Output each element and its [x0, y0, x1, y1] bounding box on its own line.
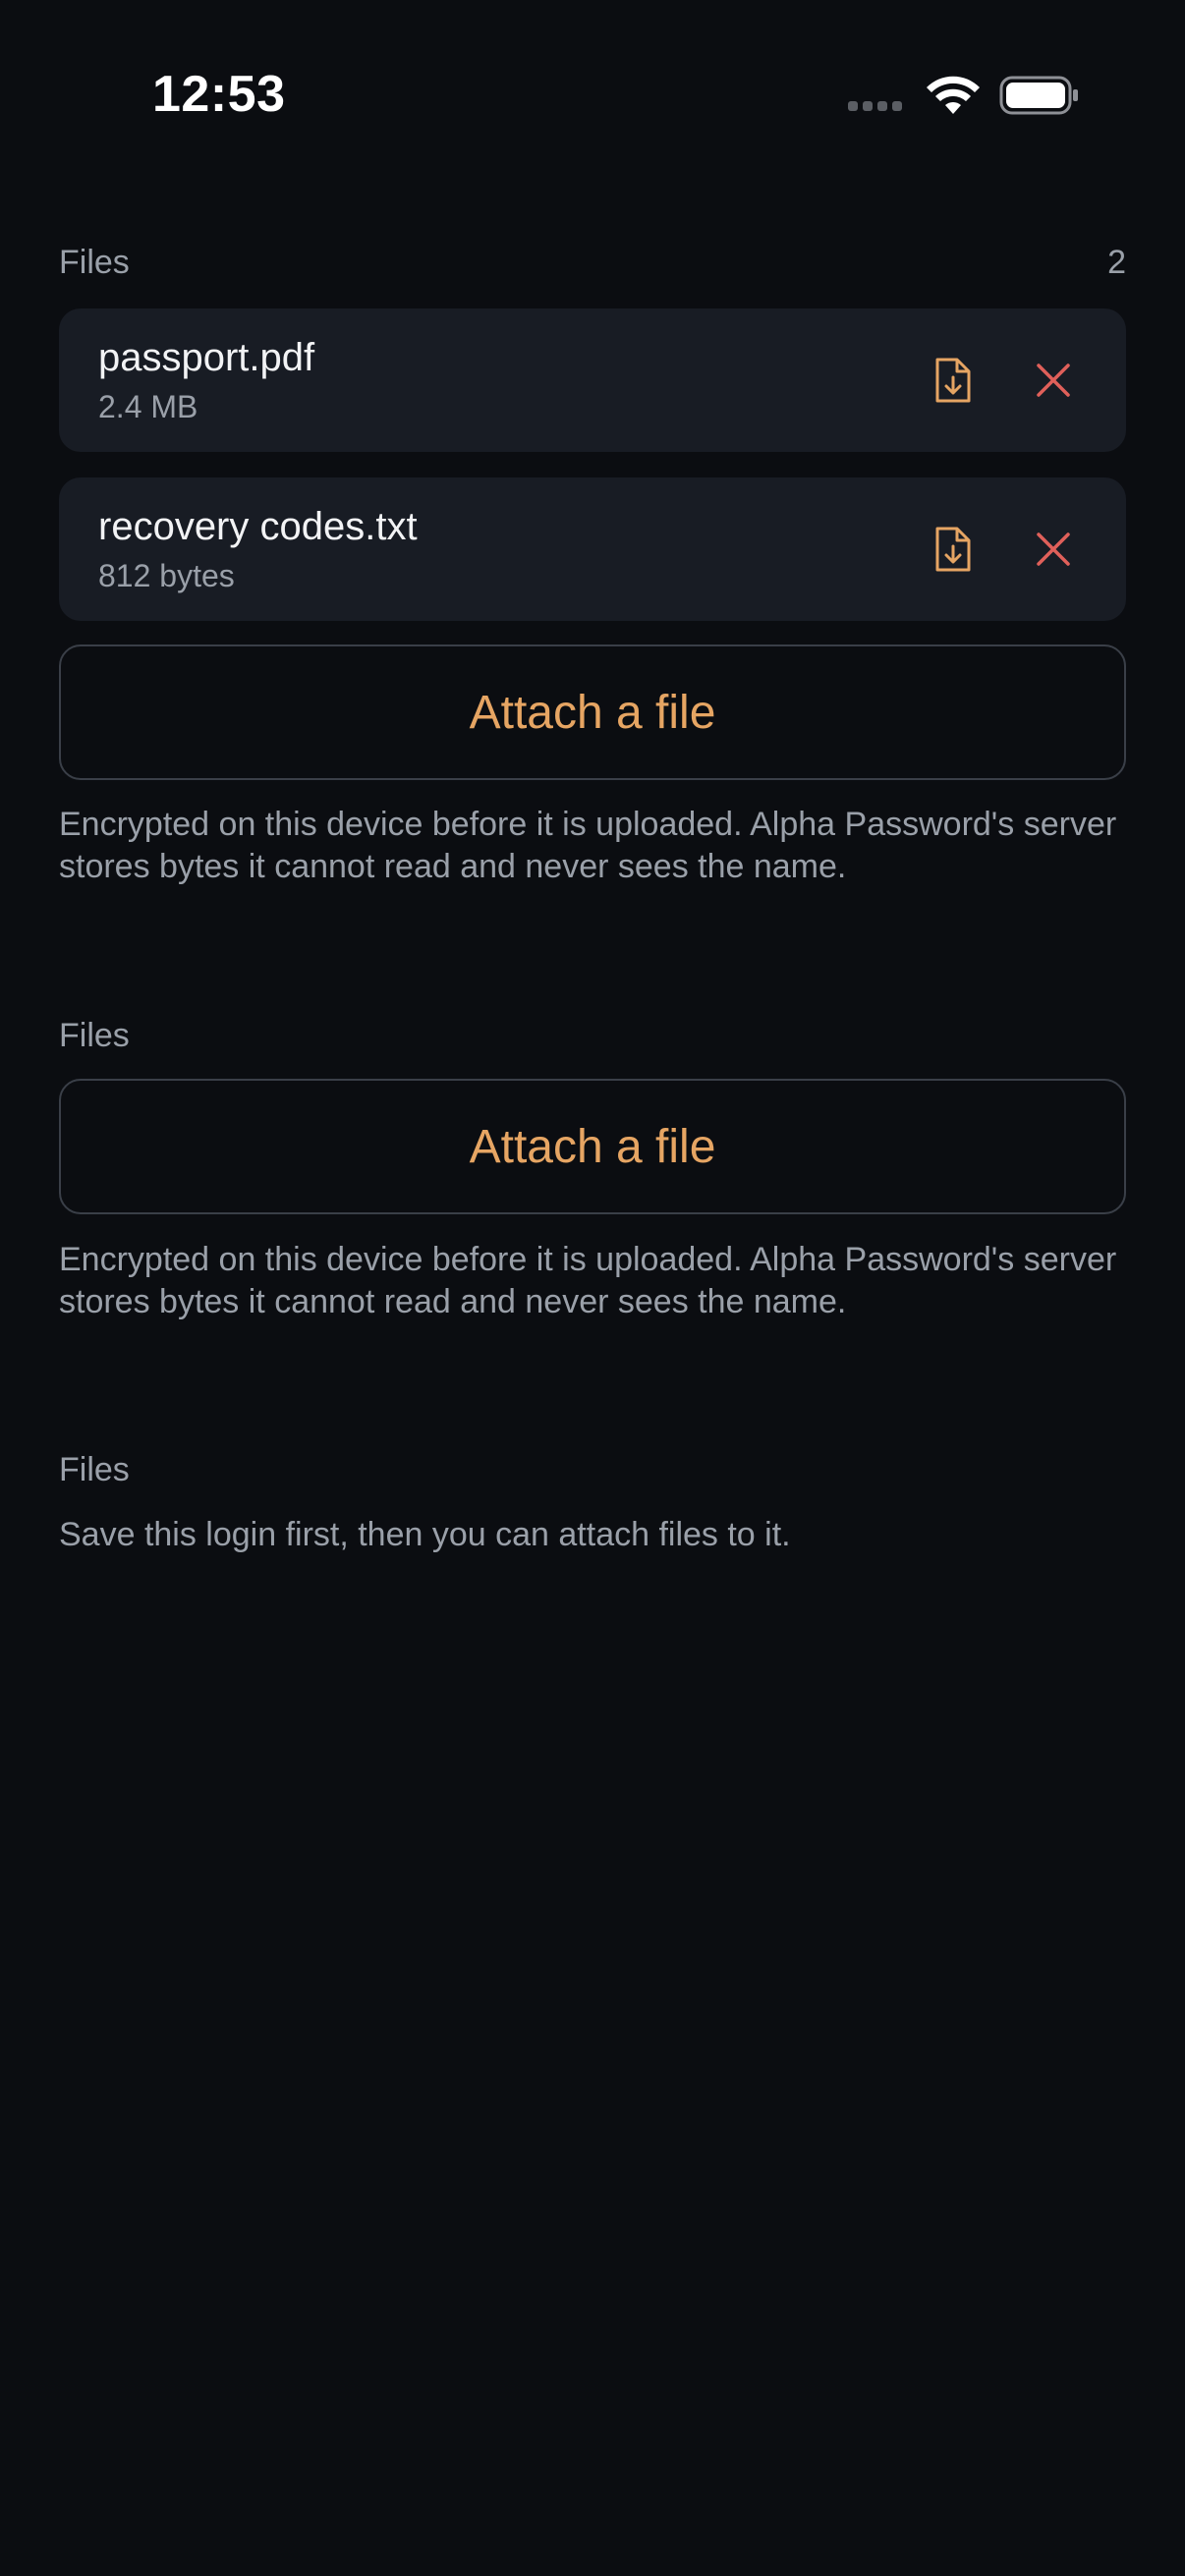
file-download-icon	[935, 358, 971, 403]
close-icon	[1037, 532, 1070, 566]
section-title: Files	[59, 1017, 130, 1054]
close-icon	[1037, 364, 1070, 397]
status-time: 12:53	[152, 66, 286, 123]
file-row-passport: passport.pdf 2.4 MB	[59, 308, 1126, 452]
cellular-signal-icon	[848, 101, 902, 111]
section-header: Files	[59, 1451, 1126, 1494]
files-section-empty: Files Attach a file Encrypted on this de…	[59, 1017, 1126, 1371]
battery-icon	[999, 76, 1078, 115]
screen: 12:53 Files 2 passport.pdf 2.4 MB recove…	[0, 0, 1185, 2576]
file-size: 2.4 MB	[98, 389, 198, 424]
section-header: Files	[59, 1017, 1126, 1060]
files-section-unsaved: Files Save this login first, then you ca…	[59, 1451, 1126, 1569]
download-file-button[interactable]	[924, 520, 983, 579]
file-size: 812 bytes	[98, 558, 235, 593]
status-bar: 12:53	[0, 0, 1185, 196]
file-row-recovery-codes: recovery codes.txt 812 bytes	[59, 477, 1126, 621]
attach-file-button[interactable]: Attach a file	[59, 1079, 1126, 1214]
section-title: Files	[59, 244, 130, 281]
remove-file-button[interactable]	[1024, 520, 1083, 579]
remove-file-button[interactable]	[1024, 351, 1083, 410]
section-header: Files 2	[59, 244, 1126, 287]
file-name: recovery codes.txt	[98, 505, 418, 548]
file-download-icon	[935, 527, 971, 572]
download-file-button[interactable]	[924, 351, 983, 410]
section-title: Files	[59, 1451, 130, 1488]
wifi-icon	[927, 76, 980, 114]
files-section-with-attachments: Files 2 passport.pdf 2.4 MB recovery cod…	[59, 244, 1126, 931]
save-first-helper-text: Save this login first, then you can atta…	[59, 1516, 791, 1553]
attach-file-button[interactable]: Attach a file	[59, 644, 1126, 780]
encryption-helper-text: Encrypted on this device before it is up…	[59, 1241, 1117, 1320]
file-name: passport.pdf	[98, 336, 315, 379]
encryption-helper-text: Encrypted on this device before it is up…	[59, 806, 1117, 885]
file-count: 2	[1107, 244, 1126, 281]
